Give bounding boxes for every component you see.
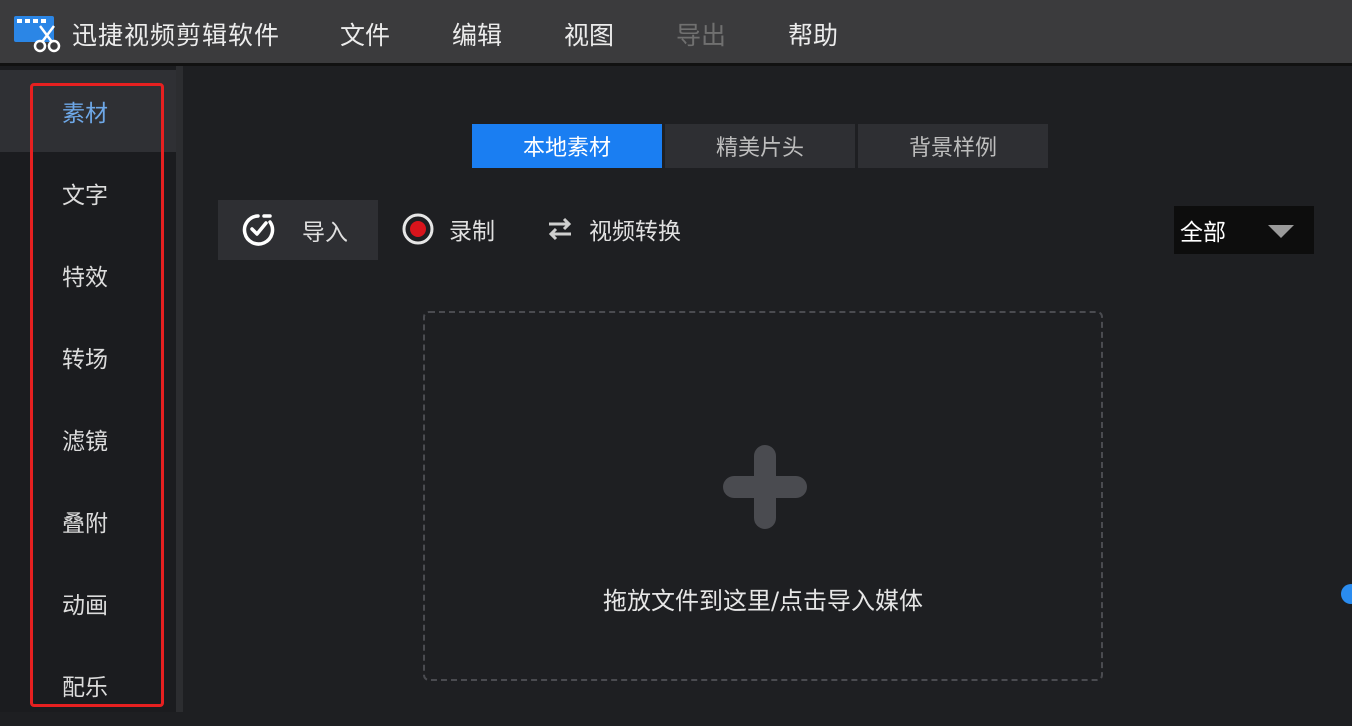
main-panel: 本地素材 精美片头 背景样例 导入 录制 视频转换 全部 拖放文件到这里/点击导…: [183, 66, 1352, 712]
convert-label: 视频转换: [589, 219, 681, 245]
app-title: 迅捷视频剪辑软件: [72, 21, 281, 50]
record-button[interactable]: 录制: [401, 212, 495, 246]
import-label: 导入: [302, 220, 348, 246]
menu-view[interactable]: 视图: [564, 16, 614, 52]
chevron-down-icon: [1268, 225, 1294, 238]
record-icon: [402, 213, 434, 245]
sidebar-item-effects[interactable]: 特效: [0, 234, 176, 316]
tab-local-material[interactable]: 本地素材: [472, 124, 662, 168]
title-bar: 迅捷视频剪辑软件 文件 编辑 视图 导出 帮助: [0, 0, 1352, 66]
sidebar-divider: [176, 66, 183, 712]
sidebar-item-text[interactable]: 文字: [0, 152, 176, 234]
convert-arrows-icon: [548, 217, 572, 241]
menu-export[interactable]: 导出: [676, 16, 726, 52]
video-convert-button[interactable]: 视频转换: [545, 212, 681, 246]
plus-icon: [723, 445, 807, 529]
sidebar-item-transitions[interactable]: 转场: [0, 316, 176, 398]
sidebar-item-filters[interactable]: 滤镜: [0, 398, 176, 480]
menu-edit[interactable]: 编辑: [452, 16, 502, 52]
filter-selected: 全部: [1180, 220, 1226, 246]
tab-backgrounds[interactable]: 背景样例: [858, 124, 1048, 168]
sidebar-item-music[interactable]: 配乐: [0, 644, 176, 726]
import-button[interactable]: 导入: [218, 200, 378, 260]
sidebar-item-material[interactable]: 素材: [0, 70, 176, 152]
sidebar: 素材 文字 特效 转场 滤镜 叠附 动画 配乐: [0, 66, 176, 712]
tab-intros[interactable]: 精美片头: [665, 124, 855, 168]
import-icon: [242, 214, 275, 246]
record-label: 录制: [449, 219, 495, 245]
media-dropzone[interactable]: 拖放文件到这里/点击导入媒体: [423, 311, 1103, 681]
sidebar-item-animation[interactable]: 动画: [0, 562, 176, 644]
dropzone-hint: 拖放文件到这里/点击导入媒体: [602, 587, 924, 615]
filter-dropdown[interactable]: 全部: [1174, 206, 1314, 254]
app-logo-icon: [14, 16, 61, 53]
menu-help[interactable]: 帮助: [788, 16, 838, 52]
sidebar-item-overlay[interactable]: 叠附: [0, 480, 176, 562]
menu-file[interactable]: 文件: [340, 16, 390, 52]
